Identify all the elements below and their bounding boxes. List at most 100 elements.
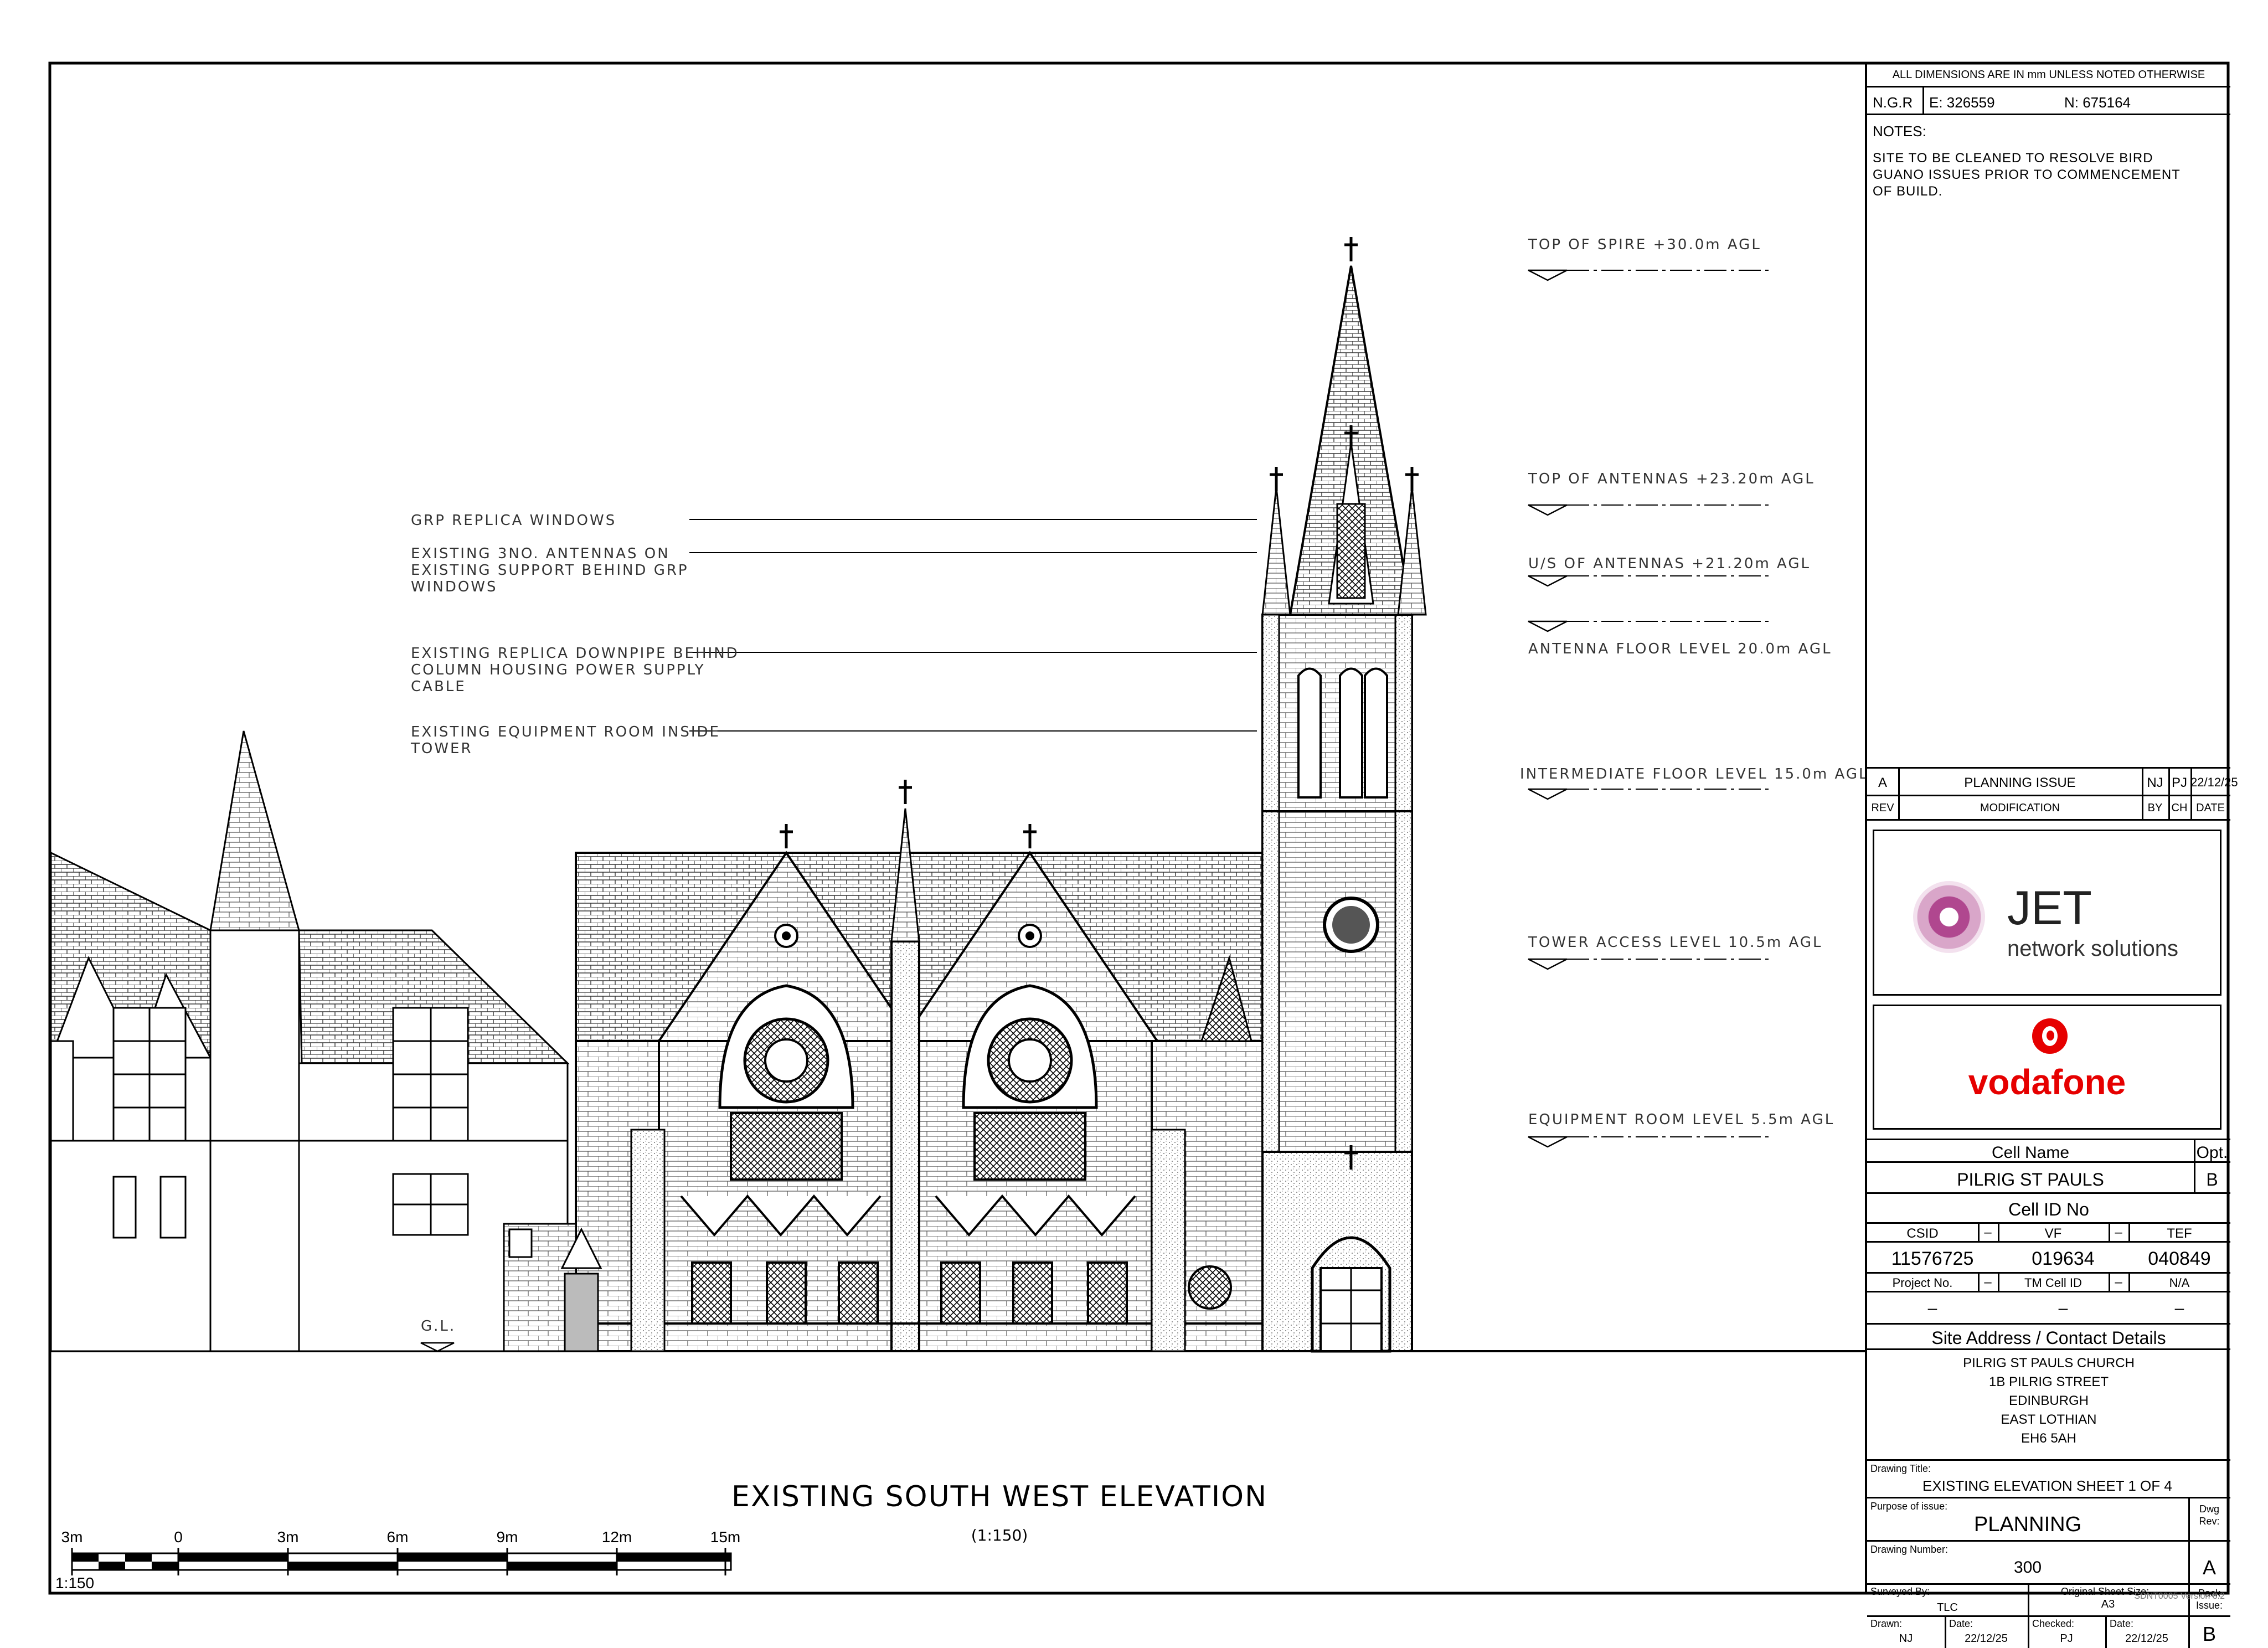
drawing-title: EXISTING ELEVATION SHEET 1 OF 4 (1922, 1477, 2172, 1494)
level-equipment-room: EQUIPMENT ROOM LEVEL 5.5m AGL (1528, 1111, 1834, 1128)
level-top-of-antennas: TOP OF ANTENNAS +23.20m AGL (1528, 471, 1815, 487)
vodafone-wordmark: vodafone (1968, 1062, 2126, 1102)
level-us-of-antennas: U/S OF ANTENNAS +21.20m AGL (1528, 555, 1811, 572)
tef-label: TEF (2167, 1226, 2192, 1241)
vf-value: 019634 (2032, 1248, 2095, 1269)
svg-text:3m: 3m (61, 1528, 83, 1546)
vodafone-speechmark-icon (2032, 1018, 2068, 1054)
address-line: EAST LOTHIAN (2001, 1412, 2097, 1427)
ngr-easting: E: 326559 (1929, 94, 1995, 111)
svg-text:0: 0 (174, 1528, 183, 1546)
project-values-row: – – – (1867, 1292, 2230, 1325)
drawn-label: Drawn: (1870, 1618, 1903, 1629)
revision-row: A PLANNING ISSUE NJ PJ 22/12/25 (1867, 769, 2238, 796)
date-header: DATE (2196, 802, 2225, 814)
drawing-number: 300 (2013, 1558, 2042, 1577)
revision-date: 22/12/25 (2190, 775, 2238, 789)
project-no-label: Project No. (1892, 1276, 1953, 1290)
na-label: N/A (2169, 1276, 2190, 1290)
cell-id-header-row: Cell ID No (1867, 1194, 2230, 1224)
tm-cell-id-label: TM Cell ID (2024, 1276, 2082, 1290)
pack-issue-value: B (2202, 1623, 2216, 1645)
svg-text:15m: 15m (710, 1528, 740, 1546)
annotation-antennas: EXISTING 3NO. ANTENNAS ON EXISTING SUPPO… (411, 545, 695, 595)
purpose-value: PLANNING (1973, 1513, 2082, 1536)
jet-logo-box: JET network solutions (1873, 830, 2221, 996)
site-address-row: PILRIG ST PAULS CHURCH 1B PILRIG STREET … (1867, 1350, 2230, 1461)
drawn-row: Drawn: NJ Date: 22/12/25 Checked: PJ Dat… (1867, 1617, 2230, 1648)
svg-text:12m: 12m (602, 1528, 632, 1546)
dwg-rev-value: A (2202, 1556, 2216, 1579)
cell-name-row: PILRIG ST PAULS B (1867, 1163, 2230, 1194)
revision-rev: A (1878, 775, 1887, 790)
jet-logo-title: JET (2007, 882, 2092, 935)
note-line: OF BUILD. (1873, 184, 1943, 199)
neighbouring-building (49, 730, 570, 1352)
cell-id-label: Cell ID No (2008, 1199, 2089, 1219)
drawing-number-row: Drawing Number: 300 A (1867, 1542, 2230, 1585)
dimensions-note: ALL DIMENSIONS ARE IN mm UNLESS NOTED OT… (1892, 69, 2205, 81)
cell-name: PILRIG ST PAULS (1957, 1170, 2104, 1189)
revision-ch: PJ (2171, 775, 2187, 790)
level-top-of-spire: TOP OF SPIRE +30.0m AGL (1528, 236, 1761, 253)
ngr-northing: N: 675164 (2064, 94, 2131, 111)
csid-value: 11576725 (1891, 1248, 1974, 1269)
svg-text:1:150: 1:150 (55, 1574, 94, 1592)
elevation-title: EXISTING SOUTH WEST ELEVATION (731, 1480, 1267, 1513)
surveyed-by-label: Surveyed By: (1870, 1586, 1930, 1597)
csid-label: CSID (1906, 1226, 1939, 1241)
notes-section: NOTES: SITE TO BE CLEANED TO RESOLVE BIR… (1867, 115, 2230, 769)
jet-logo-mark (1913, 881, 1985, 953)
ngr-row: N.G.R E: 326559 N: 675164 (1867, 87, 2230, 115)
dimensions-note-row: ALL DIMENSIONS ARE IN mm UNLESS NOTED OT… (1867, 63, 2230, 87)
dash: – (1984, 1275, 1992, 1290)
site-address-header-row: Site Address / Contact Details (1867, 1325, 2230, 1350)
drawn-by: NJ (1899, 1632, 1913, 1645)
by-header: BY (2147, 802, 2163, 814)
address-line: EH6 5AH (2020, 1431, 2077, 1446)
drawing-title-label: Drawing Title: (1870, 1463, 1931, 1474)
dash: – (2115, 1275, 2122, 1290)
scale-bar: 3m 0 3m 6m 9m 12m 15m 1:150 (55, 1528, 740, 1592)
church-nave (503, 780, 1264, 1352)
opt-label: Opt. (2196, 1144, 2228, 1162)
project-no-value: – (1927, 1299, 1937, 1317)
elevation-scale: (1:150) (971, 1526, 1028, 1544)
revision-by: NJ (2147, 775, 2163, 790)
svg-text:6m: 6m (387, 1528, 409, 1546)
note-line: SITE TO BE CLEANED TO RESOLVE BIRD (1873, 151, 2153, 166)
revision-modification: PLANNING ISSUE (1964, 775, 2076, 790)
revision-header-row: REV MODIFICATION BY CH DATE (1867, 796, 2230, 821)
purpose-row: Purpose of issue: PLANNING Dwg Rev: (1867, 1498, 2230, 1542)
cell-name-label: Cell Name (1991, 1144, 2070, 1162)
vodafone-logo-box: vodafone (1873, 1005, 2221, 1130)
cell-name-header-row: Cell Name Opt. (1867, 1139, 2230, 1163)
checked-by: PJ (2060, 1632, 2073, 1645)
modification-header: MODIFICATION (1980, 802, 2060, 814)
vf-label: VF (2044, 1226, 2062, 1241)
na-value: – (2174, 1299, 2184, 1317)
cell-id-values-row: 11576725 019634 040849 (1867, 1243, 2230, 1274)
cell-id-columns-row: CSID – VF – TEF (1867, 1224, 2230, 1243)
jet-logo-subtitle: network solutions (2007, 936, 2179, 961)
svg-text:3m: 3m (277, 1528, 299, 1546)
church-tower (1261, 237, 1427, 1353)
svg-text:9m: 9m (497, 1528, 518, 1546)
tm-cell-id-value: – (2058, 1299, 2068, 1317)
level-tower-access: TOWER ACCESS LEVEL 10.5m AGL (1528, 934, 1822, 951)
dash: – (1984, 1225, 1992, 1240)
surveyed-by: TLC (1937, 1601, 1958, 1614)
notes-heading: NOTES: (1873, 123, 1926, 140)
tef-value: 040849 (2148, 1248, 2211, 1269)
annotation-downpipe: EXISTING REPLICA DOWNPIPE BEHIND COLUMN … (411, 645, 745, 695)
ch-header: CH (2171, 802, 2188, 814)
opt-value: B (2206, 1170, 2218, 1189)
date-label: Date: (2110, 1618, 2134, 1629)
drawn-date: 22/12/25 (1965, 1632, 2008, 1645)
level-antenna-floor: ANTENNA FLOOR LEVEL 20.0m AGL (1528, 641, 1832, 657)
annotation-grp-windows: GRP REPLICA WINDOWS (411, 512, 616, 529)
purpose-label: Purpose of issue: (1870, 1501, 1948, 1512)
level-intermediate-floor: INTERMEDIATE FLOOR LEVEL 15.0m AGL (1520, 766, 1868, 782)
rev-header: REV (1871, 802, 1894, 814)
site-address-label: Site Address / Contact Details (1931, 1328, 2166, 1348)
